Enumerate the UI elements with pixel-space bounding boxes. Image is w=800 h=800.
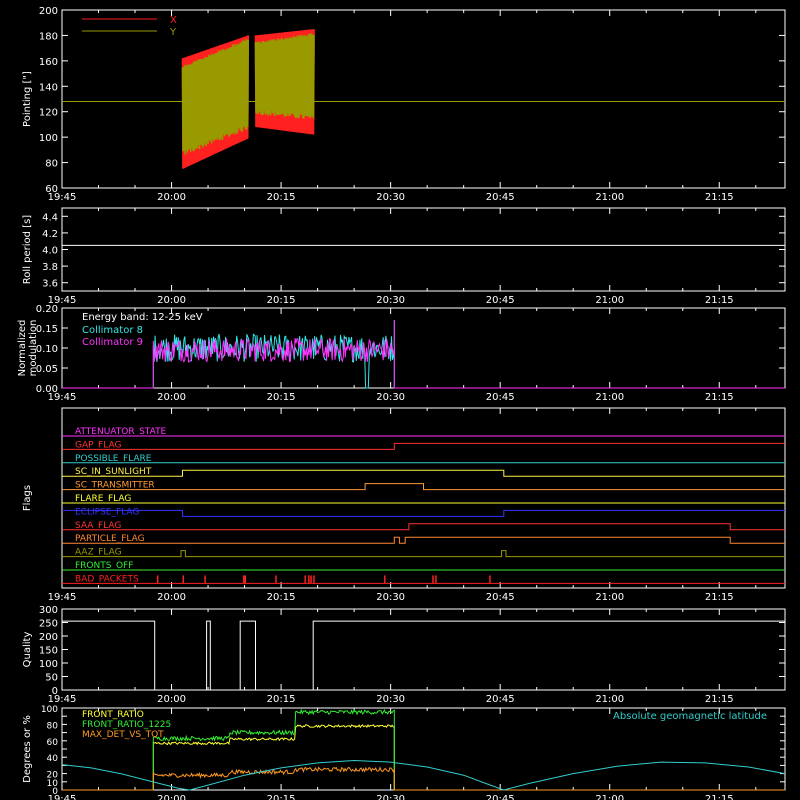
- flags-xtick-label: 21:00: [595, 592, 624, 603]
- ratios-ytick-label: 60: [47, 738, 59, 748]
- roll-xtick-label: 20:30: [376, 295, 405, 306]
- flags-xtick-label: 20:30: [376, 592, 405, 603]
- quality-ytick-label: 100: [39, 659, 58, 670]
- modulation-xtick-label: 20:45: [486, 392, 515, 403]
- quality-ylabel: Quality: [22, 632, 33, 668]
- quality-ytick-label: 50: [45, 673, 58, 684]
- modulation-xtick-label: 21:00: [595, 392, 624, 403]
- ratios-ytick-label: 100: [41, 705, 58, 715]
- modulation-legend-Collimator-8: Collimator 8: [82, 325, 143, 336]
- ratios-legend-max_det_vs_tot: MAX_DET_VS_TOT: [82, 730, 164, 740]
- quality-xtick-label: 21:00: [595, 694, 624, 705]
- roll-ytick-label: 3.6: [42, 279, 58, 290]
- roll-xtick-label: 20:45: [486, 295, 515, 306]
- ratios-xtick-label: 21:00: [595, 794, 624, 800]
- flags-xtick-label: 20:45: [486, 592, 515, 603]
- quality-xtick-label: 20:00: [157, 694, 186, 705]
- modulation-ytick-label: 0.20: [36, 304, 58, 315]
- quality-ytick-label: 200: [39, 632, 58, 643]
- ratios-xtick-label: 20:15: [267, 794, 296, 800]
- pointing-xtick-label: 21:15: [705, 192, 734, 203]
- pointing-xtick-label: 20:30: [376, 192, 405, 203]
- modulation-ylabel: modulation: [28, 320, 39, 377]
- pointing-band-Y: [255, 43, 314, 108]
- pointing-ytick-label: 140: [39, 82, 58, 93]
- hessi-observing-summary: 19:45 20:00 20:15 20:30 20:45 21:00 21:15 60 80 1…: [0, 0, 800, 800]
- roll-xtick-label: 21:00: [595, 295, 624, 306]
- quality-ytick-label: 250: [39, 619, 58, 630]
- pointing-ytick-label: 60: [45, 184, 58, 195]
- roll-ylabel: Roll period [s]: [22, 215, 33, 284]
- ratios-ytick-label: 40: [47, 754, 59, 764]
- modulation-ytick-label: 0.05: [36, 364, 58, 375]
- pointing-ytick-label: 200: [39, 6, 58, 17]
- flag-label-eclipse_flag: ECLIPSE_FLAG: [75, 507, 139, 517]
- pointing-ytick-label: 120: [39, 108, 58, 119]
- ratios-xtick-label: 20:45: [486, 794, 515, 800]
- pointing-ytick-label: 80: [45, 159, 58, 170]
- roll-ytick-label: 4.2: [42, 229, 58, 240]
- pointing-xtick-label: 21:00: [595, 192, 624, 203]
- quality-ytick-label: 0: [52, 686, 58, 697]
- pointing-ylabel: Pointing ["]: [22, 71, 33, 127]
- modulation-ylabel: Normalized: [17, 320, 28, 377]
- quality-ytick-label: 150: [39, 646, 58, 657]
- ratios-xtick-label: 21:15: [705, 794, 734, 800]
- modulation-ytick-label: 0.00: [36, 384, 58, 395]
- modulation-legend-Collimator-9: Collimator 9: [82, 337, 143, 348]
- quality-ytick-label: 300: [39, 605, 58, 616]
- pointing-xtick-label: 20:00: [157, 192, 186, 203]
- modulation-xtick-label: 20:00: [157, 392, 186, 403]
- pointing-xtick-label: 20:45: [486, 192, 515, 203]
- modulation-ytick-label: 0.10: [36, 344, 58, 355]
- pointing-legend-X: X: [170, 15, 177, 26]
- ratios-ytick-label: 20: [47, 771, 59, 781]
- ratios-ylabel: Degrees or %: [22, 715, 33, 783]
- quality-xtick-label: 20:15: [267, 694, 296, 705]
- quality-xtick-label: 20:30: [376, 694, 405, 705]
- flags-xtick-label: 20:15: [267, 592, 296, 603]
- modulation-xtick-label: 20:15: [267, 392, 296, 403]
- ratios-xtick-label: 20:30: [376, 794, 405, 800]
- flags-ylabel: Flags: [22, 485, 33, 511]
- pointing-ytick-label: 180: [39, 31, 58, 42]
- ratios-ytick-label: 80: [47, 721, 59, 731]
- roll-xtick-label: 20:15: [267, 295, 296, 306]
- quality-xtick-label: 21:15: [705, 694, 734, 705]
- flags-xtick-label: 21:15: [705, 592, 734, 603]
- roll-ytick-label: 4.0: [42, 246, 58, 257]
- ratios-legend-front_ratio: FRONT_RATIO: [82, 710, 144, 720]
- flags-xtick-label: 19:45: [48, 592, 77, 603]
- modulation-xtick-label: 20:30: [376, 392, 405, 403]
- ratios-annotation: Absolute geomagnetic latitude: [613, 711, 767, 722]
- pointing-legend-Y: Y: [169, 27, 177, 38]
- roll-ytick-label: 3.8: [42, 262, 58, 273]
- pointing-xtick-label: 20:15: [267, 192, 296, 203]
- roll-ytick-label: 4.4: [42, 212, 58, 223]
- quality-xtick-label: 20:45: [486, 694, 515, 705]
- flags-xtick-label: 20:00: [157, 592, 186, 603]
- ratios-xtick-label: 20:00: [157, 794, 186, 800]
- roll-xtick-label: 21:15: [705, 295, 734, 306]
- pointing-ytick-label: 160: [39, 57, 58, 68]
- modulation-xtick-label: 21:15: [705, 392, 734, 403]
- modulation-ytick-label: 0.15: [36, 324, 58, 335]
- modulation-annotation: Energy band: 12-25 keV: [82, 312, 203, 323]
- ratios-legend-front_ratio_1225: FRONT_RATIO_1225: [82, 720, 171, 730]
- pointing-ytick-label: 100: [39, 133, 58, 144]
- roll-xtick-label: 20:00: [157, 295, 186, 306]
